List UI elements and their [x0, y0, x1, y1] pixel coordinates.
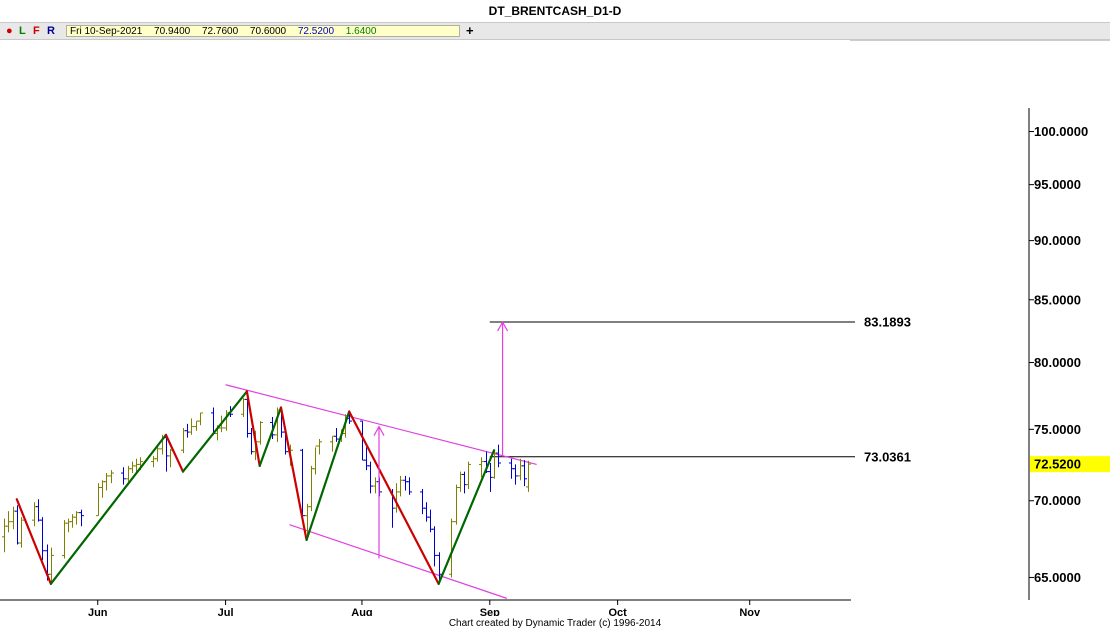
- ohlc-bar: [11, 506, 16, 530]
- ohlc-bar: [79, 509, 84, 527]
- ohlc-low: 70.6000: [249, 26, 287, 37]
- ohlc-bar: [313, 445, 318, 475]
- ohlc-bar: [518, 458, 523, 481]
- ohlc-high: 72.7600: [201, 26, 239, 37]
- ohlc-bar: [104, 473, 109, 491]
- ohlc-bar: [364, 447, 369, 471]
- ohlc-bar: [66, 518, 71, 533]
- swing-line: [305, 410, 351, 542]
- ohlc-bar: [424, 502, 429, 522]
- ohlc-bar: [432, 526, 437, 567]
- price-tick-label: 85.0000: [1034, 292, 1081, 307]
- ohlc-bar: [330, 435, 335, 452]
- ohlc-bar: [121, 467, 126, 485]
- ohlc-bar: [513, 464, 518, 485]
- channel-line: [289, 524, 508, 599]
- date-tick-label: Nov: [739, 607, 761, 616]
- price-chart[interactable]: 100.0000 95.0000 90.0000 85.0000 80.0000 75.0…: [0, 40, 1110, 616]
- ohlc-open: 70.9400: [154, 26, 191, 37]
- ohlc-bar: [40, 517, 45, 561]
- ohlc-bar: [181, 427, 186, 454]
- horizontal-levels: 83.1893 73.0361: [489, 315, 911, 464]
- ohlc-bar: [62, 520, 67, 559]
- price-tick-label: 65.0000: [1034, 570, 1081, 585]
- level-label: 83.1893: [864, 315, 911, 330]
- ohlc-bar: [407, 477, 412, 495]
- red-dot-icon[interactable]: ●: [6, 24, 13, 38]
- date-tick-label: Jun: [88, 607, 108, 616]
- date-tick-label: Sep: [480, 607, 500, 616]
- swing-line: [348, 410, 440, 585]
- ohlc-bar: [70, 514, 75, 528]
- price-tick-label: 80.0000: [1034, 355, 1081, 370]
- ohlc-readout: Fri 10-Sep-2021 70.9400 72.7600 70.6000 …: [66, 25, 460, 37]
- add-button[interactable]: +: [466, 23, 474, 38]
- price-tick-label: 100.0000: [1034, 124, 1088, 139]
- price-tick-label: 75.0000: [1034, 422, 1081, 437]
- price-tick-label: 70.0000: [1034, 493, 1081, 508]
- ohlc-date: Fri 10-Sep-2021: [70, 26, 143, 37]
- ohlc-bar: [496, 444, 501, 468]
- ohlc-bar: [398, 475, 403, 497]
- ohlc-bar: [403, 475, 408, 491]
- ohlc-bar: [2, 518, 7, 553]
- window-title: DT_BRENTCASH_D1-D: [0, 0, 1110, 22]
- date-ticks: Jun Jul Aug Sep Oct Nov: [88, 600, 761, 616]
- ohlc-bar: [368, 461, 373, 494]
- ohlc-bar: [130, 461, 135, 474]
- price-tick-label: 95.0000: [1034, 177, 1081, 192]
- ohlc-bar: [334, 427, 339, 442]
- ohlc-bar: [309, 465, 314, 512]
- ohlc-bar: [189, 418, 194, 435]
- ohlc-bar: [19, 517, 24, 548]
- ohlc-bar: [185, 423, 190, 438]
- f-button[interactable]: F: [33, 24, 40, 38]
- ohlc-bar: [317, 439, 322, 455]
- ohlc-bar: [241, 398, 246, 417]
- swing-line: [245, 390, 261, 467]
- date-tick-label: Jul: [218, 607, 234, 616]
- ohlc-bar: [454, 484, 459, 525]
- ohlc-bar: [373, 477, 378, 494]
- r-button[interactable]: R: [47, 24, 55, 38]
- ohlc-bar: [36, 499, 41, 522]
- ohlc-bar: [96, 483, 101, 517]
- ohlc-bar: [32, 502, 37, 527]
- chart-credit: Chart created by Dynamic Trader (c) 1996…: [448, 618, 662, 629]
- ohlc-bar: [194, 420, 199, 431]
- ohlc-bar: [522, 460, 527, 487]
- ohlc-bar: [198, 412, 203, 426]
- l-button[interactable]: L: [19, 24, 26, 38]
- toolbar: ● L F R Fri 10-Sep-2021 70.9400 72.7600 …: [0, 22, 1110, 40]
- ohlc-bar: [420, 488, 425, 515]
- ohlc-bar: [258, 421, 263, 445]
- current-price-label: 72.5200: [1034, 457, 1081, 472]
- swing-line: [49, 433, 168, 585]
- projection-arrow: [497, 320, 509, 457]
- ohlc-bar: [6, 511, 11, 533]
- ohlc-bar: [109, 470, 114, 484]
- ohlc-close: 72.5200: [297, 26, 335, 37]
- current-price-marker: 72.5200: [1030, 456, 1110, 473]
- ohlc-bar: [462, 471, 467, 494]
- ohlc-change: 1.6400: [345, 26, 377, 37]
- ohlc-bar: [526, 460, 531, 492]
- price-tick-label: 90.0000: [1034, 233, 1081, 248]
- swing-line: [164, 433, 185, 473]
- ohlc-bar: [74, 511, 79, 525]
- date-tick-label: Oct: [608, 607, 627, 616]
- ohlc-bar: [15, 505, 20, 545]
- swing-lines: [15, 390, 496, 585]
- ohlc-bar: [100, 480, 105, 498]
- level-label: 73.0361: [864, 449, 911, 464]
- ohlc-bar: [168, 448, 173, 468]
- price-ticks: 100.0000 95.0000 90.0000 85.0000 80.0000 75.0…: [1029, 124, 1088, 585]
- swing-line: [437, 449, 496, 585]
- ohlc-bar: [466, 461, 471, 489]
- ohlc-bar: [151, 455, 156, 468]
- date-tick-label: Aug: [351, 607, 372, 616]
- swing-line: [181, 390, 248, 473]
